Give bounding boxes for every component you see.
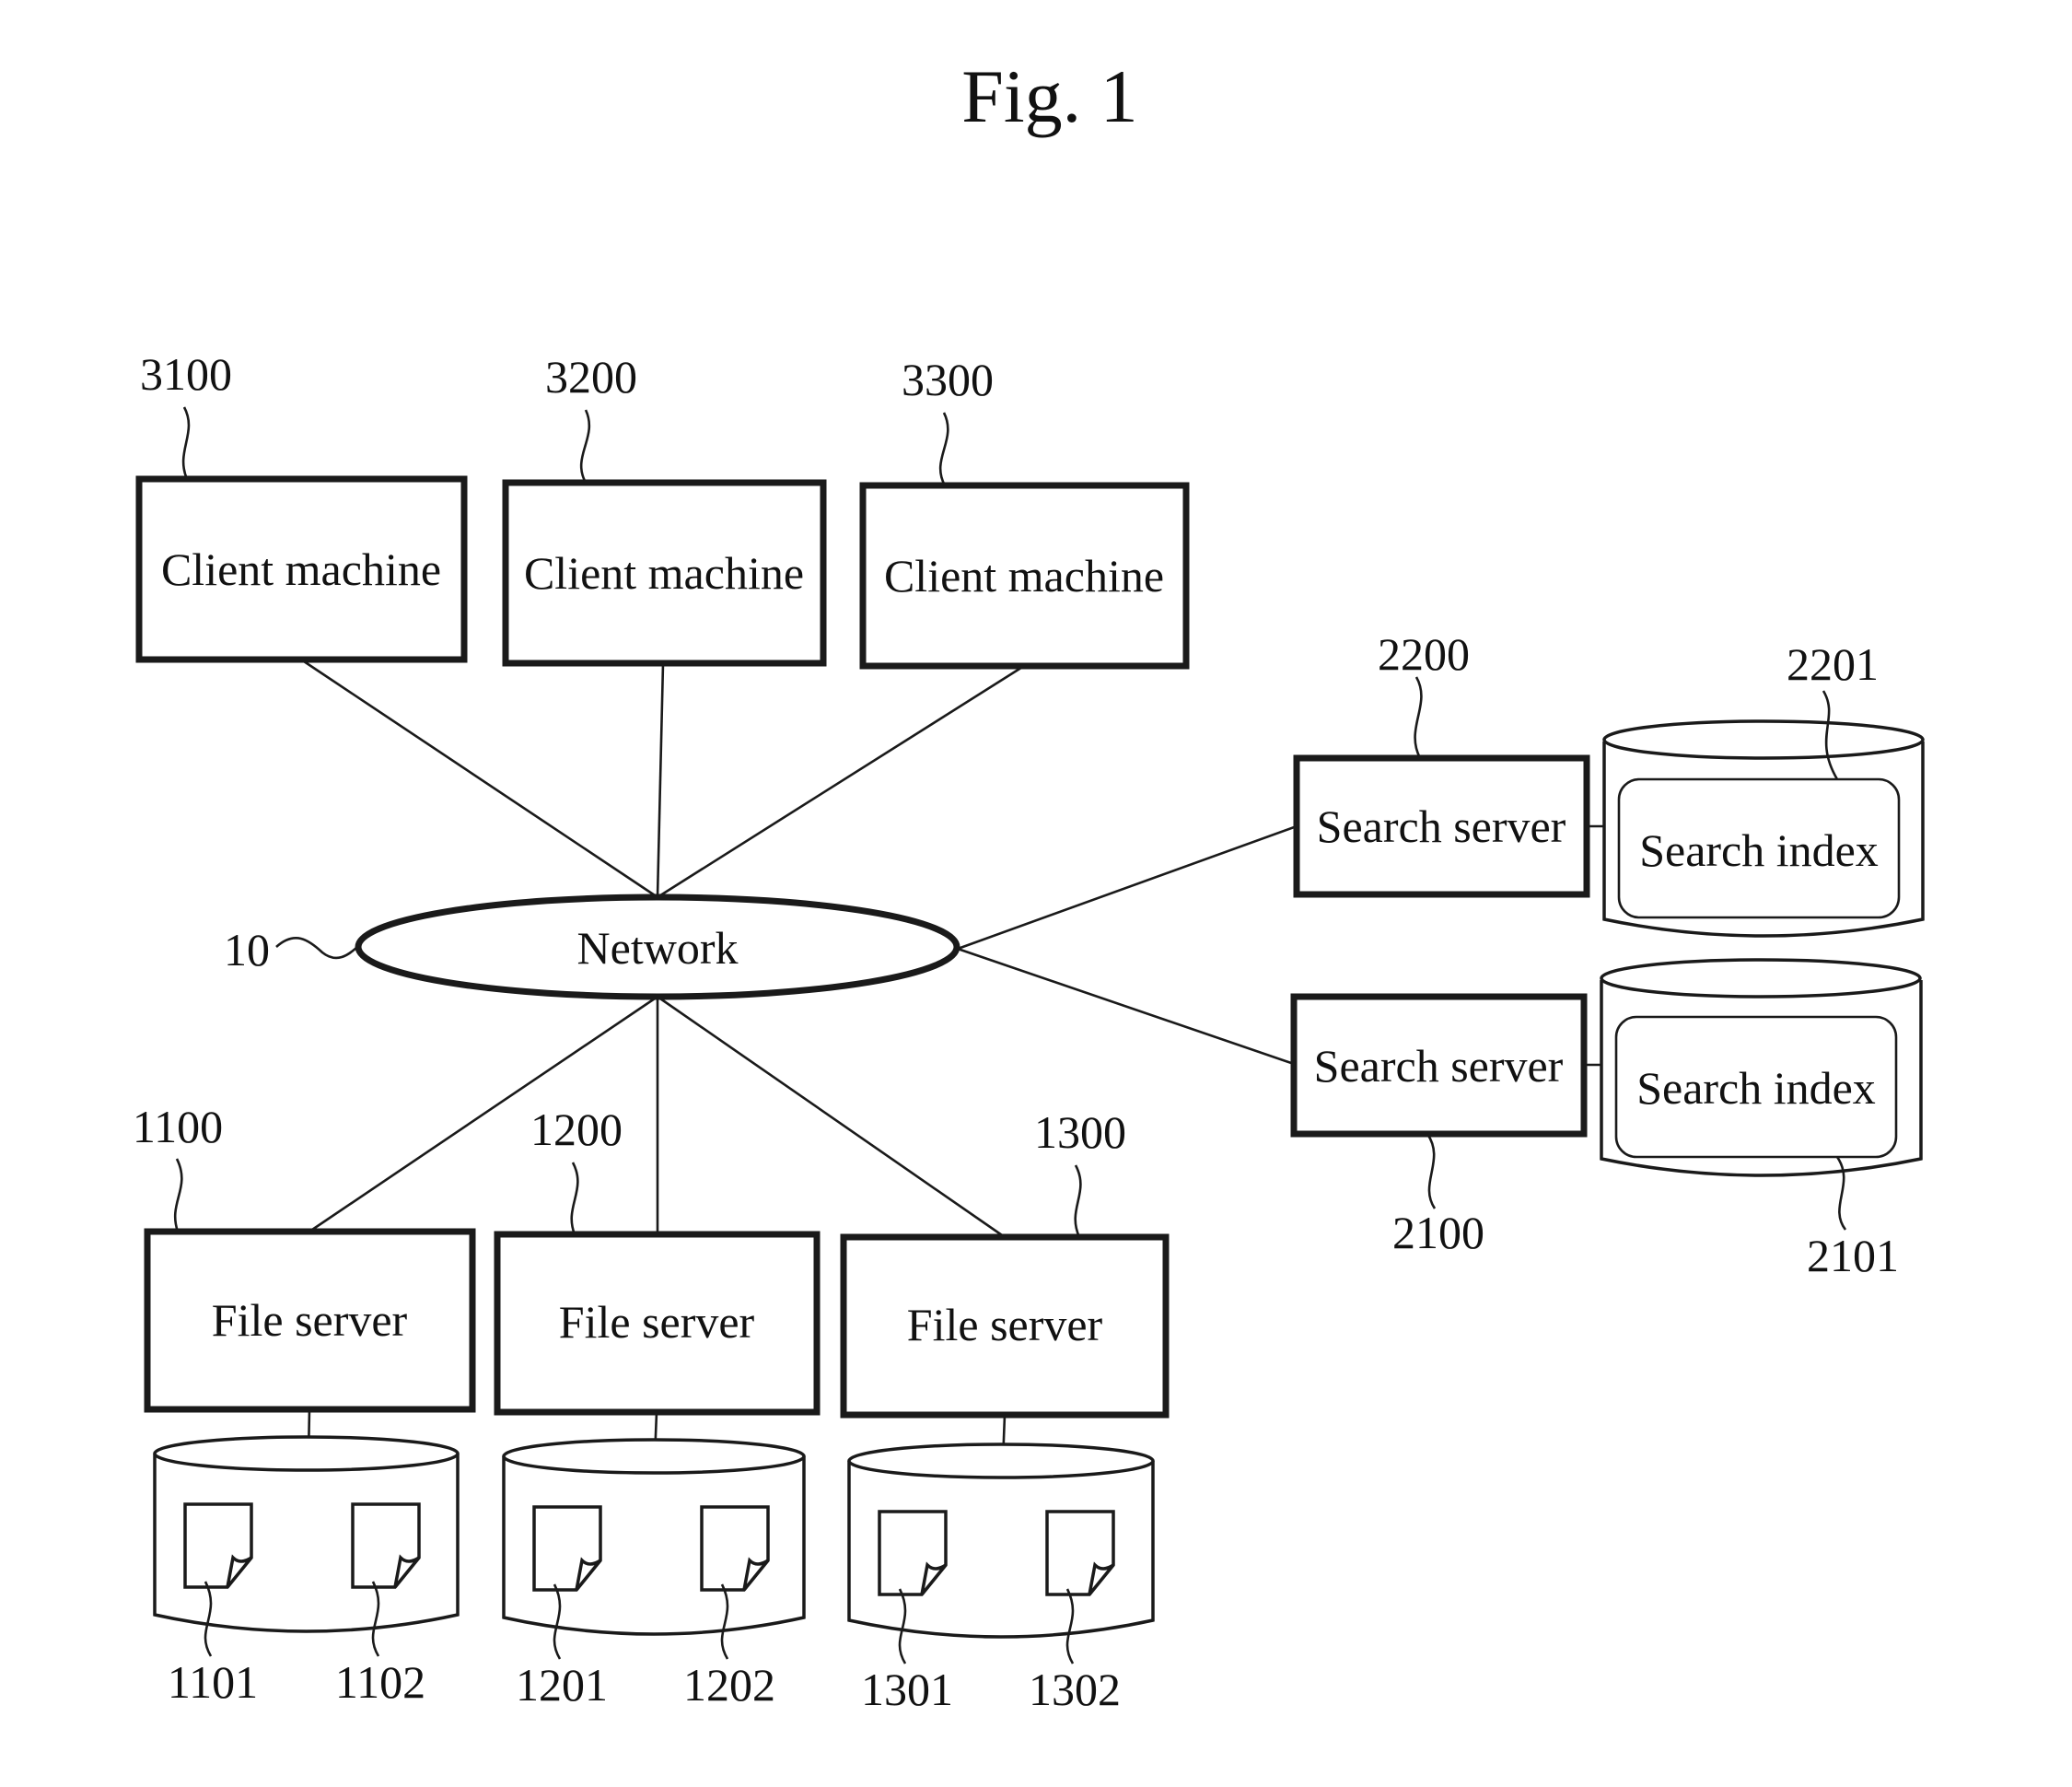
file-server-label: File server — [559, 1296, 755, 1348]
link-search-2100 — [957, 947, 1295, 1066]
file-server-1300: File server — [840, 1233, 1170, 1419]
client-machine-3200: Client machine — [502, 479, 827, 667]
search-index-storage-2101: Search index — [1600, 958, 1923, 1177]
network-system-diagram: Fig. 1 Client machine Client machine Cli… — [133, 54, 1925, 1715]
ref-3100: 3100 — [140, 348, 232, 400]
client-machine-3100: Client machine — [135, 475, 468, 663]
ref-1200: 1200 — [530, 1104, 623, 1155]
network-10: Network — [355, 894, 960, 1000]
ref-1301: 1301 — [861, 1664, 953, 1715]
link-client-3200 — [656, 662, 665, 898]
ref-1300: 1300 — [1034, 1106, 1126, 1158]
search-server-label: Search server — [1314, 1040, 1564, 1092]
client-machine-label: Client machine — [524, 547, 804, 599]
ref-1302: 1302 — [1029, 1664, 1121, 1715]
search-index-label: Search index — [1639, 824, 1879, 876]
file-storage-1200: 1201 1202 — [502, 1438, 806, 1711]
file-server-1100: File server — [144, 1228, 476, 1413]
client-machine-label: Client machine — [884, 550, 1164, 602]
ref-1101: 1101 — [168, 1656, 258, 1708]
search-server-label: Search server — [1317, 800, 1566, 852]
ref-1201: 1201 — [516, 1659, 608, 1711]
figure-title: Fig. 1 — [961, 54, 1137, 138]
file-storage: 1101 1102 1201 1202 1301 1302 — [153, 1435, 1155, 1715]
ref-2101: 2101 — [1807, 1230, 1899, 1281]
file-server-1200: File server — [494, 1231, 821, 1416]
lead-line-2100 — [1426, 1133, 1437, 1209]
link-search-2200 — [957, 824, 1298, 951]
client-machine-label: Client machine — [161, 543, 441, 595]
link-file-1300 — [657, 995, 1006, 1239]
network-label: Network — [577, 922, 739, 974]
client-machine-3300: Client machine — [859, 482, 1190, 670]
link-client-3300 — [657, 664, 1025, 899]
file-server-label: File server — [907, 1299, 1103, 1350]
search-server-2200: Search server — [1293, 754, 1590, 898]
lead-line-1100 — [173, 1158, 183, 1232]
ref-3300: 3300 — [902, 354, 994, 405]
ref-2100: 2100 — [1392, 1207, 1484, 1258]
search-index-label: Search index — [1636, 1062, 1876, 1114]
lead-line-3100 — [181, 406, 191, 480]
lead-line-3200 — [579, 409, 591, 484]
ref-1102: 1102 — [335, 1656, 425, 1708]
ref-2200: 2200 — [1378, 628, 1470, 680]
lead-line-2200 — [1414, 676, 1423, 759]
file-storage-1100: 1101 1102 — [153, 1435, 460, 1708]
ref-3200: 3200 — [545, 351, 637, 403]
lead-line-3300 — [938, 412, 949, 486]
search-index-storage-2201: Search index — [1602, 719, 1925, 938]
link-client-3100 — [300, 658, 658, 899]
lead-line-10 — [275, 937, 360, 960]
ref-2201: 2201 — [1787, 638, 1879, 690]
file-storage-1300: 1301 1302 — [847, 1442, 1155, 1715]
lead-line-1300 — [1074, 1164, 1082, 1238]
file-server-label: File server — [212, 1294, 408, 1346]
search-server-2100: Search server — [1290, 993, 1588, 1138]
ref-1202: 1202 — [683, 1659, 775, 1711]
lead-line-1200 — [570, 1162, 579, 1235]
ref-1100: 1100 — [133, 1101, 223, 1152]
ref-10: 10 — [224, 924, 270, 975]
